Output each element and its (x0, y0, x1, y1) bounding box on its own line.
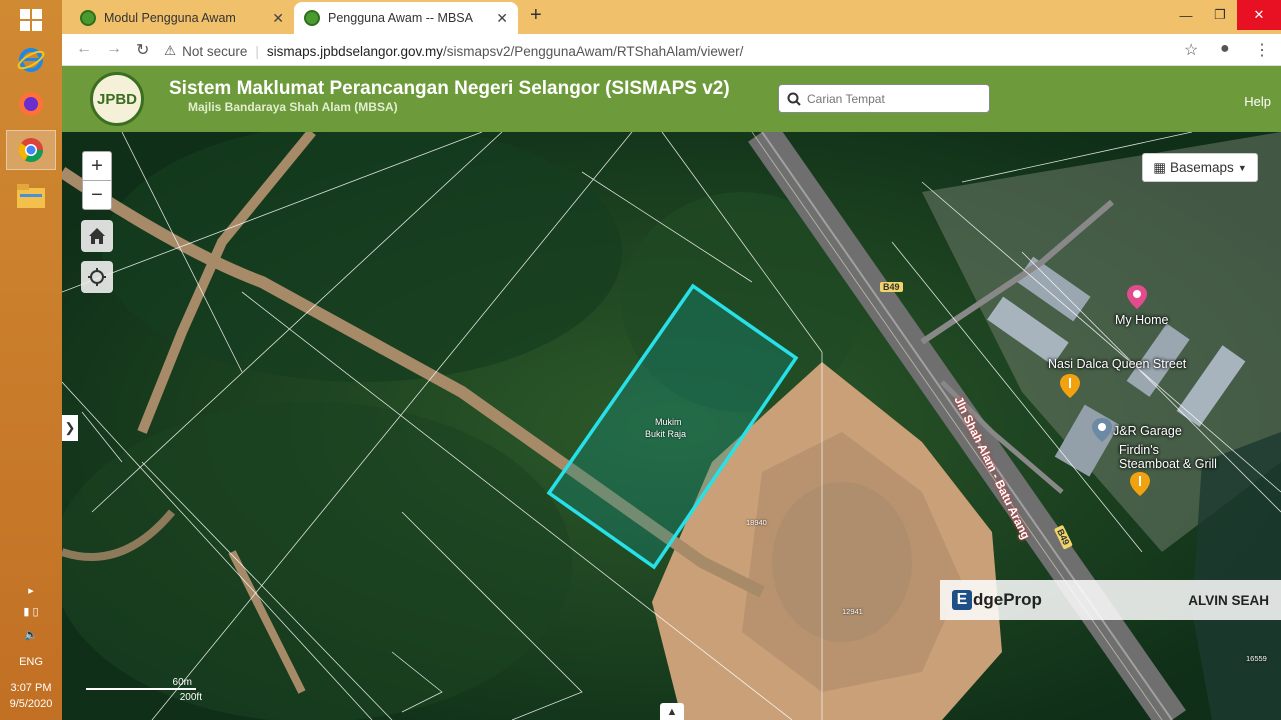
poi-jr-garage[interactable]: J&R Garage (1113, 424, 1182, 438)
search-input[interactable] (807, 91, 977, 106)
menu-kebab-icon[interactable]: ⋮ (1254, 40, 1270, 60)
edgeprop-logo: E dgeProp (952, 590, 1042, 610)
security-label: Not secure (182, 43, 248, 59)
language-indicator[interactable]: ENG (0, 656, 62, 668)
forward-icon[interactable]: → (106, 40, 122, 58)
home-pin-icon[interactable] (1127, 285, 1147, 314)
profile-icon[interactable]: ● (1220, 40, 1230, 58)
tab-pengguna-awam-mbsa[interactable]: Pengguna Awam -- MBSA ✕ (294, 2, 518, 34)
place-search[interactable] (778, 84, 990, 113)
help-link[interactable]: Help (1244, 94, 1271, 109)
warning-icon: ⚠ (164, 43, 177, 58)
poi-my-home[interactable]: My Home (1115, 313, 1168, 327)
home-button[interactable] (81, 220, 113, 252)
tab-label: Pengguna Awam -- MBSA (328, 11, 473, 25)
tray-expand-icon[interactable]: ▸ (0, 584, 62, 597)
url-box[interactable]: ⚠ Not secure | sismaps.jpbdselangor.gov.… (164, 40, 743, 62)
lot-number: 12941 (842, 607, 863, 616)
back-icon[interactable]: ← (76, 40, 92, 58)
file-explorer-icon[interactable] (6, 176, 56, 216)
url-separator: | (255, 43, 259, 59)
basemaps-label: Basemaps (1170, 160, 1234, 175)
scale-bar: 60m 200ft (86, 677, 206, 703)
internet-explorer-icon[interactable] (6, 40, 56, 80)
taskbar: ▸ ▮ ▯ 🔈 ENG 3:07 PM 9/5/2020 (0, 0, 62, 720)
app-header: JPBD Sistem Maklumat Perancangan Negeri … (62, 66, 1281, 132)
edgeprop-watermark: E dgeProp ALVIN SEAH (940, 580, 1281, 620)
restaurant-pin-icon[interactable] (1130, 472, 1150, 501)
lot-number: 18940 (746, 518, 767, 527)
search-icon (787, 92, 801, 106)
minimize-icon[interactable]: — (1169, 0, 1203, 30)
scale-imperial: 200ft (179, 692, 202, 703)
app-title: Sistem Maklumat Perancangan Negeri Selan… (169, 78, 730, 99)
lot-number: 16559 (1246, 654, 1267, 663)
poi-nasi-dalca[interactable]: Nasi Dalca Queen Street (1048, 357, 1186, 371)
close-tab-icon[interactable]: ✕ (496, 10, 508, 27)
clock-date[interactable]: 9/5/2020 (0, 698, 62, 710)
network-icon[interactable]: ▮ ▯ (0, 605, 62, 618)
reload-icon[interactable]: ↻ (136, 40, 149, 60)
app-subtitle: Majlis Bandaraya Shah Alam (MBSA) (188, 100, 398, 114)
scale-metric: 60m (86, 677, 196, 690)
tab-label: Modul Pengguna Awam (104, 11, 236, 25)
basemaps-button[interactable]: ▦ Basemaps ▼ (1142, 153, 1258, 182)
locate-icon (88, 268, 106, 286)
caret-down-icon: ▼ (1237, 162, 1247, 173)
expand-bottom-panel-icon[interactable]: ▲ (660, 703, 684, 720)
agent-name: ALVIN SEAH (1188, 592, 1269, 608)
bookmark-star-icon[interactable]: ☆ (1184, 40, 1198, 60)
tab-modul-pengguna-awam[interactable]: Modul Pengguna Awam ✕ (70, 2, 294, 34)
home-icon (89, 228, 105, 244)
url-path: /sismapsv2/PenggunaAwam/RTShahAlam/viewe… (443, 43, 744, 59)
site-favicon (304, 10, 320, 26)
restore-icon[interactable]: ❐ (1203, 0, 1237, 30)
chrome-icon[interactable] (6, 130, 56, 170)
new-tab-icon[interactable]: + (530, 4, 542, 27)
site-favicon (80, 10, 96, 26)
parcel-label-mukim: Mukim (655, 417, 682, 427)
parcel-label-bukit-raja: Bukit Raja (645, 429, 687, 439)
firefox-icon[interactable] (6, 84, 56, 124)
url-host: sismaps.jpbdselangor.gov.my (266, 43, 443, 59)
poi-firdins[interactable]: Firdin's (1119, 443, 1159, 457)
place-pin-icon[interactable] (1092, 418, 1112, 447)
clock-time[interactable]: 3:07 PM (0, 682, 62, 694)
windows-start-icon[interactable] (6, 0, 56, 40)
map-view[interactable]: + − ▦ Basemaps ▼ ❯ Mukim Bukit Raja 1894… (62, 132, 1281, 720)
zoom-out-button[interactable]: − (82, 180, 112, 210)
close-tab-icon[interactable]: ✕ (272, 10, 284, 27)
jpbd-logo: JPBD (90, 72, 144, 126)
close-window-icon[interactable]: ✕ (1237, 0, 1281, 30)
zoom-in-button[interactable]: + (82, 151, 112, 181)
locate-button[interactable] (81, 261, 113, 293)
browser-tabstrip: Modul Pengguna Awam ✕ Pengguna Awam -- M… (62, 0, 1281, 34)
address-bar: ← → ↻ ⚠ Not secure | sismaps.jpbdselango… (62, 34, 1281, 66)
volume-icon[interactable]: 🔈 (0, 628, 62, 641)
poi-firdins-steamboat[interactable]: Steamboat & Grill (1119, 457, 1217, 471)
grid-icon: ▦ (1153, 159, 1167, 175)
route-shield: B49 (880, 282, 903, 292)
expand-panel-button[interactable]: ❯ (62, 415, 78, 441)
restaurant-pin-icon[interactable] (1060, 374, 1080, 403)
